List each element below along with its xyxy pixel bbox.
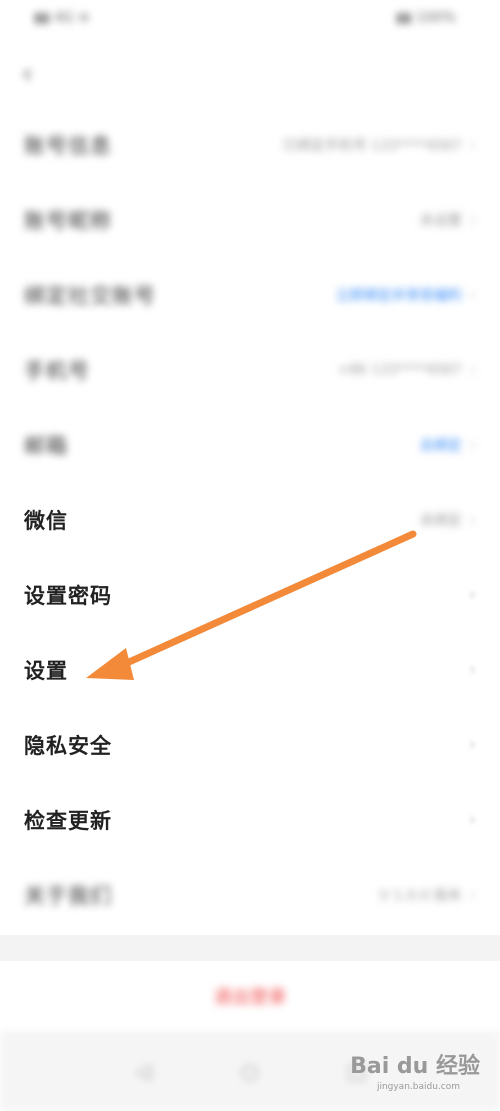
status-right: ▮▮ 100%: [396, 10, 456, 26]
logout-label: 退出登录: [214, 987, 286, 1008]
chevron-right-icon: ›: [469, 135, 476, 154]
settings-row-right: ›: [469, 659, 476, 680]
settings-row-right: 立即绑定并享受福利 ›: [336, 285, 476, 305]
settings-row-right: 未绑定 ›: [420, 510, 476, 530]
settings-row-right: 未设置 ›: [420, 210, 476, 230]
settings-row-label: 设置密码: [24, 582, 112, 608]
watermark-url: jingyan.baidu.com: [376, 1082, 460, 1092]
settings-row-label: 绑定社交账号: [24, 283, 156, 308]
settings-row[interactable]: 设置 ›: [0, 632, 500, 707]
settings-row[interactable]: 账号信息 已绑定手机号 133****4567 ›: [0, 107, 500, 182]
status-bar: ▮▮ 4G ≋ ▮▮ 100%: [0, 0, 500, 36]
settings-row-label: 检查更新: [24, 807, 112, 833]
settings-row[interactable]: 检查更新 ›: [0, 782, 500, 857]
settings-row-label: 微信: [24, 507, 68, 533]
settings-row-value: V 1.0.0 版本: [379, 887, 462, 904]
chevron-right-icon: ›: [468, 659, 476, 680]
chevron-right-icon: ›: [468, 734, 476, 755]
settings-row-value: 未绑定: [419, 512, 462, 529]
settings-row-right: 已绑定手机号 133****4567 ›: [283, 135, 476, 155]
settings-row-value: 去绑定: [419, 437, 462, 454]
settings-row-value: 未设置: [419, 212, 462, 229]
settings-row-right: ›: [469, 584, 476, 605]
settings-row-right: ›: [469, 809, 476, 830]
chevron-right-icon: ›: [469, 360, 476, 379]
chevron-right-icon: ›: [469, 435, 476, 454]
settings-row-label: 邮箱: [24, 433, 68, 458]
settings-row-label: 关于我们: [24, 883, 112, 908]
settings-row-label: 账号昵称: [24, 208, 112, 233]
nav-back-button[interactable]: ◁: [128, 1056, 158, 1086]
section-divider: [0, 935, 500, 961]
settings-row[interactable]: 手机号 +86 133****4567 ›: [0, 332, 500, 407]
settings-row[interactable]: 邮箱 去绑定 ›: [0, 407, 500, 482]
settings-row[interactable]: 设置密码 ›: [0, 557, 500, 632]
chevron-right-icon: ›: [468, 584, 476, 605]
settings-row-label: 设置: [24, 657, 68, 683]
settings-row-right: 去绑定 ›: [420, 435, 476, 455]
settings-row-right: V 1.0.0 版本 ›: [379, 885, 476, 905]
settings-row-value: +86 133****4567: [337, 361, 462, 378]
settings-row-value: 已绑定手机号 133****4567: [282, 137, 462, 154]
chevron-left-icon: ‹: [22, 59, 33, 89]
settings-row-right: ›: [469, 734, 476, 755]
nav-home-button[interactable]: ○: [235, 1056, 265, 1086]
logout-button[interactable]: 退出登录: [0, 961, 500, 1031]
settings-row-label: 隐私安全: [24, 732, 112, 758]
settings-row-right: +86 133****4567 ›: [337, 360, 476, 379]
settings-row[interactable]: 关于我们 V 1.0.0 版本 ›: [0, 857, 500, 932]
chevron-right-icon: ›: [469, 885, 476, 904]
back-button[interactable]: ‹: [22, 60, 50, 88]
settings-list: 账号信息 已绑定手机号 133****4567 › 账号昵称 未设置 › 绑定社交账号 立即绑…: [0, 107, 500, 932]
watermark-text: Bai du 经验: [350, 1054, 480, 1079]
settings-row-value: 立即绑定并享受福利: [335, 287, 462, 304]
chevron-right-icon: ›: [469, 510, 476, 529]
screen: ▮▮ 4G ≋ ▮▮ 100% ‹ 账号信息 已绑定手机号 133****4567…: [0, 0, 500, 1111]
settings-row[interactable]: 微信 未绑定 ›: [0, 482, 500, 557]
status-left: ▮▮ 4G ≋: [34, 10, 90, 26]
settings-row[interactable]: 账号昵称 未设置 ›: [0, 182, 500, 257]
settings-row-label: 手机号: [24, 358, 90, 383]
settings-row[interactable]: 隐私安全 ›: [0, 707, 500, 782]
settings-row-label: 账号信息: [24, 133, 112, 158]
chevron-right-icon: ›: [469, 210, 476, 229]
chevron-right-icon: ›: [468, 809, 476, 830]
settings-row[interactable]: 绑定社交账号 立即绑定并享受福利 ›: [0, 257, 500, 332]
watermark-logo: Bai du 经验: [350, 1048, 480, 1080]
chevron-right-icon: ›: [469, 285, 476, 304]
